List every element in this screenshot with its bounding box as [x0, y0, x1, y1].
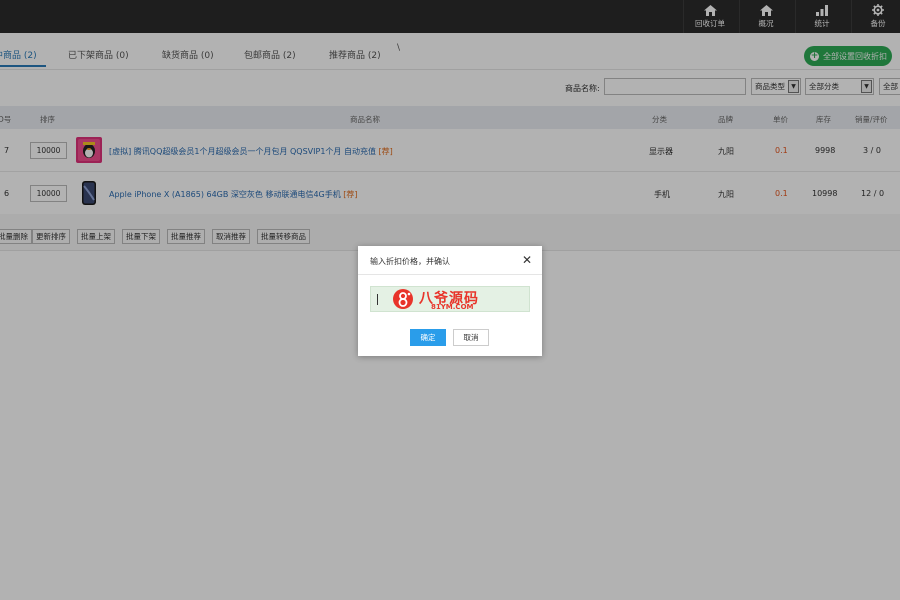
dialog-divider [358, 274, 542, 275]
dialog-title: 输入折扣价格，并确认 [370, 257, 450, 266]
close-icon[interactable]: ✕ [522, 254, 532, 266]
watermark-subtext: 81YM.COM [431, 303, 474, 311]
text-cursor [377, 294, 378, 305]
discount-dialog: 输入折扣价格，并确认 ✕ 八爷源码 81YM.COM 确定 取消 [358, 246, 542, 356]
logo-8-icon [398, 292, 411, 307]
discount-price-input[interactable]: 八爷源码 81YM.COM [370, 286, 530, 312]
cancel-button[interactable]: 取消 [453, 329, 489, 346]
confirm-button[interactable]: 确定 [410, 329, 446, 346]
watermark-logo-icon [393, 289, 413, 309]
